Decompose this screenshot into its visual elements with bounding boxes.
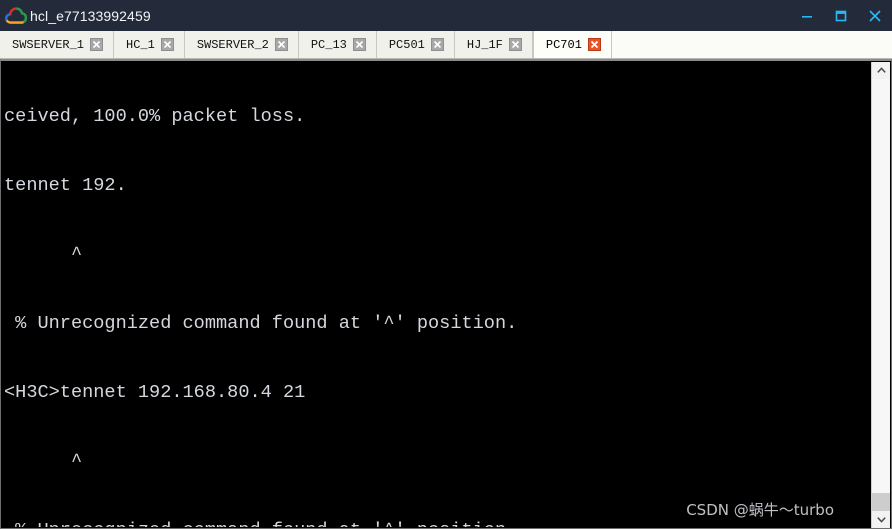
tab-pc701[interactable]: PC701 [532,31,612,58]
tab-label: SWSERVER_2 [196,37,269,52]
terminal-line: <H3C>tennet 192.168.80.4 21 [4,382,306,403]
tab-pc501[interactable]: PC501 [376,31,455,58]
device-tab-strip[interactable]: SWSERVER_1 HC_1 SWSERVER_2 PC_13 PC501 H… [0,31,892,59]
terminal-frame: ceived, 100.0% packet loss. tennet 192. … [0,59,892,529]
tab-swserver-1[interactable]: SWSERVER_1 [0,31,115,58]
scroll-down-button[interactable] [872,511,890,528]
title-bar: hcl_e77133992459 [0,0,892,31]
tab-close-icon[interactable] [587,38,601,51]
terminal-lines: ceived, 100.0% packet loss. tennet 192. … [4,61,517,527]
terminal-line: % Unrecognized command found at '^' posi… [4,313,518,334]
tab-swserver-2[interactable]: SWSERVER_2 [184,31,299,58]
tab-close-icon[interactable] [508,38,522,51]
chevron-up-icon [876,67,886,73]
tab-hj-1f[interactable]: HJ_1F [454,31,533,58]
scroll-up-button[interactable] [872,62,890,79]
minimize-icon [802,15,812,18]
terminal-line: % Unrecognized command found at '^' posi… [4,519,517,527]
terminal-scrollbar[interactable] [871,62,890,528]
hcl-application-window: hcl_e77133992459 SWSERVER_1 HC_1 SWSERVE… [0,0,892,529]
terminal-line: ceived, 100.0% packet loss. [4,106,306,127]
tab-label: SWSERVER_1 [12,37,85,52]
terminal-line: ^ [4,451,83,472]
minimize-button[interactable] [790,0,824,31]
tab-label: PC501 [388,37,425,52]
tab-close-icon[interactable] [160,38,174,51]
window-title: hcl_e77133992459 [30,7,151,24]
chevron-down-icon [876,517,886,523]
maximize-button[interactable] [824,0,858,31]
terminal-line: ^ [4,244,83,265]
tab-label: HC_1 [126,37,155,52]
close-icon [869,9,881,22]
tab-hc-1[interactable]: HC_1 [114,31,185,58]
window-controls [790,0,892,31]
tab-close-icon[interactable] [430,38,444,51]
terminal-line: tennet 192. [4,175,127,196]
tab-label: PC701 [545,37,582,52]
tab-label: HJ_1F [466,37,503,52]
tab-close-icon[interactable] [90,38,104,51]
maximize-icon [835,10,847,21]
scrollbar-track[interactable] [872,79,890,515]
close-button[interactable] [858,0,892,31]
tab-close-icon[interactable] [352,38,366,51]
tab-pc-13[interactable]: PC_13 [298,31,377,58]
tab-label: PC_13 [310,37,347,52]
tab-close-icon[interactable] [274,38,288,51]
cloud-logo-icon [3,3,29,29]
terminal-output-area[interactable]: ceived, 100.0% packet loss. tennet 192. … [4,61,856,527]
watermark-text: CSDN @蜗牛～turbo [686,501,834,519]
